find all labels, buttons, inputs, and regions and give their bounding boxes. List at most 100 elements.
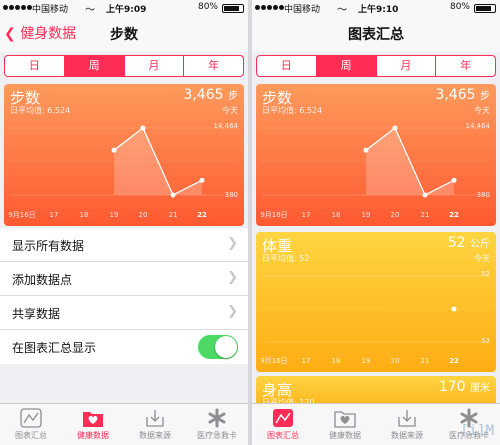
tab-dashboard[interactable]: 图表汇总 [252, 404, 314, 445]
heart-folder-icon [334, 411, 356, 428]
tab-label: 健康数据 [329, 431, 361, 440]
list-item-add-point[interactable]: 添加数据点 ❯ [0, 262, 248, 296]
data-point [392, 125, 398, 131]
chart-icon [20, 408, 42, 428]
segment-month[interactable]: 月 [375, 56, 436, 76]
dashboard-toggle[interactable] [198, 335, 238, 359]
x-tick-label: 20 [391, 357, 400, 365]
row-label: 在图表汇总显示 [12, 341, 97, 355]
clock: 上午9:10 [358, 5, 399, 15]
x-tick-label: 18 [80, 211, 89, 219]
options-list: 显示所有数据 ❯ 添加数据点 ❯ 共享数据 ❯ 在图表汇总显示 [0, 228, 248, 364]
segment-year[interactable]: 年 [435, 56, 495, 76]
tab-bar: 图表汇总 健康数据 数据来源 医疗急救卡 [0, 403, 248, 445]
tab-sources[interactable]: 数据来源 [376, 404, 438, 445]
y-min-label: 380 [476, 191, 490, 199]
value-unit: 步 [480, 91, 490, 102]
x-tick-label: 17 [302, 211, 311, 219]
card-today: 今天 [474, 254, 490, 263]
heart-folder-icon [83, 412, 103, 427]
x-tick-label: 17 [50, 211, 59, 219]
tab-dashboard[interactable]: 图表汇总 [0, 404, 62, 445]
card-value: 3,465 步 [183, 87, 238, 103]
x-tick-label: 22 [197, 211, 207, 219]
value-unit: 厘米 [470, 383, 490, 394]
watermark: [i]M [460, 423, 494, 439]
status-bar: 中国移动 〜 上午9:09 80% [0, 0, 248, 16]
period-segmented-control: 日 周 月 年 [4, 55, 244, 77]
x-tick-label: 21 [169, 211, 178, 219]
x-tick-label: 20 [391, 211, 400, 219]
tab-label: 图表汇总 [267, 431, 299, 440]
weight-chart-card[interactable]: 9月16日 17 18 19 20 21 22 体重 日平均值: 52 52 公斤 今天 5… [256, 232, 496, 372]
stage: 中国移动 〜 上午9:09 80% ❮ 健身数据 步数 日 周 月 年 9月16… [0, 0, 500, 445]
y-max-label: 14,464 [213, 122, 239, 130]
tab-health-data[interactable]: 健康数据 [314, 404, 376, 445]
clock: 上午9:09 [106, 5, 147, 15]
data-point [363, 147, 369, 153]
page-title: 图表汇总 [348, 27, 404, 43]
back-button[interactable]: ❮ 健身数据 [4, 23, 76, 43]
x-tick-label: 20 [139, 211, 148, 219]
value-number: 3,465 [435, 87, 476, 103]
card-today: 今天 [222, 106, 238, 115]
medical-star-icon [208, 408, 226, 428]
download-icon [146, 410, 164, 427]
battery-percent: 80% [449, 2, 470, 12]
segment-month[interactable]: 月 [123, 56, 184, 76]
chevron-right-icon: ❯ [227, 270, 238, 285]
battery-percent: 80% [197, 2, 218, 12]
tab-label: 医疗急救卡 [197, 431, 237, 440]
x-tick-label: 9月16日 [260, 357, 287, 365]
x-tick-label: 18 [332, 357, 341, 365]
tab-label: 图表汇总 [15, 431, 47, 440]
tab-health-data[interactable]: 健康数据 [62, 404, 124, 445]
x-tick-label: 21 [421, 211, 430, 219]
wifi-icon: 〜 [337, 5, 347, 16]
value-number: 52 [447, 235, 466, 251]
card-average: 日平均值: 6,524 [262, 106, 323, 115]
segment-week[interactable]: 周 [315, 56, 376, 76]
battery-icon [474, 4, 496, 13]
data-point [451, 177, 457, 183]
nav-bar: 图表汇总 [252, 16, 500, 52]
battery-icon [222, 4, 244, 13]
chevron-right-icon: ❯ [227, 236, 238, 251]
row-label: 显示所有数据 [12, 239, 85, 253]
card-today: 今天 [474, 106, 490, 115]
steps-chart-card[interactable]: 9月16日 17 18 19 20 21 22 步数 日平均值: 6,524 3,465 步… [4, 84, 244, 226]
steps-chart-card[interactable]: 9月16日 17 18 19 20 21 22 步数 日平均值: 6,524 3,465 步… [256, 84, 496, 226]
segment-year[interactable]: 年 [183, 56, 243, 76]
data-point [140, 125, 146, 131]
segment-day[interactable]: 日 [5, 56, 64, 76]
x-tick-label: 18 [332, 211, 341, 219]
back-label: 健身数据 [20, 26, 77, 42]
left-screen: 中国移动 〜 上午9:09 80% ❮ 健身数据 步数 日 周 月 年 9月16… [0, 0, 248, 445]
row-label: 添加数据点 [12, 273, 73, 287]
tab-medical-id[interactable]: 医疗急救卡 [186, 404, 248, 445]
card-value: 52 公斤 [448, 235, 490, 251]
row-label: 共享数据 [12, 307, 61, 321]
segment-week[interactable]: 周 [63, 56, 124, 76]
segment-day[interactable]: 日 [257, 56, 316, 76]
card-average: 日平均值: 52 [262, 254, 310, 263]
list-item-share[interactable]: 共享数据 ❯ [0, 296, 248, 330]
x-tick-label: 9月16日 [260, 211, 287, 219]
nav-bar: ❮ 健身数据 步数 [0, 16, 248, 52]
carrier-label: 中国移动 [32, 5, 69, 15]
value-number: 170 [438, 379, 466, 395]
tab-sources[interactable]: 数据来源 [124, 404, 186, 445]
x-tick-label: 9月16日 [8, 211, 35, 219]
value-unit: 公斤 [470, 239, 490, 250]
right-screen: 中国移动 〜 上午9:10 80% 图表汇总 日 周 月 年 9月16日 17 18… [252, 0, 500, 445]
card-value: 3,465 步 [435, 87, 490, 103]
value-number: 3,465 [183, 87, 224, 103]
data-point [170, 192, 176, 198]
signal-icon [3, 5, 32, 10]
chevron-left-icon: ❮ [4, 26, 16, 42]
data-point [199, 177, 205, 183]
data-point [111, 147, 117, 153]
data-point [451, 306, 457, 312]
list-item-show-all[interactable]: 显示所有数据 ❯ [0, 228, 248, 262]
x-tick-label: 19 [362, 211, 371, 219]
